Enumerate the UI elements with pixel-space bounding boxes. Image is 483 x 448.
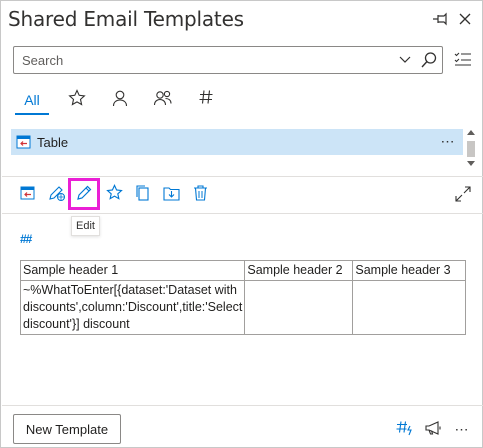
scroll-down-icon[interactable] [467, 161, 475, 166]
copy-button[interactable] [130, 181, 156, 207]
table-header: Sample header 3 [352, 260, 467, 281]
expand-icon [455, 185, 471, 205]
pin-button[interactable] [429, 9, 451, 31]
cell-text: ~%WhatToEnter[{dataset:'Dataset with dis… [23, 283, 243, 331]
pin-icon [432, 12, 448, 29]
favorite-button[interactable] [101, 181, 127, 207]
new-template-button[interactable]: New Template [13, 414, 121, 444]
tab-hashtags[interactable] [192, 85, 220, 115]
divider [2, 405, 483, 406]
divider [2, 213, 483, 214]
share-edit-icon [48, 184, 66, 205]
expand-button[interactable] [452, 184, 474, 206]
search-input[interactable] [14, 47, 394, 73]
trash-icon [193, 184, 208, 204]
hashtag-icon [198, 89, 214, 108]
table-header: Sample header 1 [19, 260, 246, 281]
insert-button[interactable] [15, 181, 41, 207]
list-scrollbar[interactable] [465, 127, 477, 171]
pencil-icon [76, 185, 92, 204]
tab-team-templates[interactable] [149, 85, 177, 115]
divider [2, 176, 483, 177]
tab-all[interactable]: All [15, 85, 49, 115]
hashtag-marker: ## [20, 232, 32, 246]
person-icon [111, 89, 129, 110]
search-box [13, 46, 443, 74]
tab-all-label: All [24, 92, 40, 108]
table-header-row: Sample header 1 Sample header 2 Sample h… [19, 260, 467, 281]
more-options-button[interactable]: ⋯ [439, 132, 457, 150]
template-insert-icon [15, 134, 33, 150]
checklist-icon [454, 51, 472, 70]
template-name: Table [37, 134, 69, 150]
delete-button[interactable] [187, 181, 213, 207]
hashtag-lightning-icon [396, 420, 414, 439]
more-button[interactable]: ⋯ [451, 418, 473, 440]
tab-favorites[interactable] [63, 85, 91, 115]
star-icon [105, 184, 123, 204]
share-button[interactable] [44, 181, 70, 207]
edit-button[interactable] [68, 178, 100, 210]
close-button[interactable] [454, 9, 476, 31]
hashtags-button[interactable] [394, 418, 416, 440]
megaphone-icon [425, 420, 443, 439]
table-cell [244, 280, 354, 335]
edit-tooltip: Edit [71, 216, 100, 236]
people-icon [153, 89, 173, 110]
table-cell [352, 280, 467, 335]
scroll-thumb[interactable] [467, 141, 475, 157]
templates-pane: Shared Email Templates All [0, 0, 483, 448]
table-header: Sample header 2 [244, 260, 354, 281]
close-icon [459, 13, 471, 28]
move-to-button[interactable] [158, 181, 184, 207]
tab-my-templates[interactable] [106, 85, 134, 115]
pane-title: Shared Email Templates [8, 7, 244, 31]
table-row: ~%WhatToEnter[{dataset:'Dataset with dis… [19, 280, 467, 335]
preview-table: Sample header 1 Sample header 2 Sample h… [19, 260, 467, 335]
folder-move-icon [162, 185, 180, 204]
template-list: Table ⋯ [11, 127, 463, 171]
chevron-down-icon[interactable] [394, 47, 416, 73]
list-item[interactable]: Table ⋯ [11, 129, 463, 155]
scroll-up-icon[interactable] [467, 130, 475, 135]
table-cell: ~%WhatToEnter[{dataset:'Dataset with dis… [19, 280, 246, 335]
filter-list-button[interactable] [452, 49, 474, 71]
copy-icon [135, 184, 151, 204]
search-icon[interactable] [416, 47, 442, 73]
announcements-button[interactable] [423, 418, 445, 440]
star-icon [68, 89, 86, 110]
insert-icon [20, 186, 36, 203]
category-tabs: All [15, 85, 220, 115]
